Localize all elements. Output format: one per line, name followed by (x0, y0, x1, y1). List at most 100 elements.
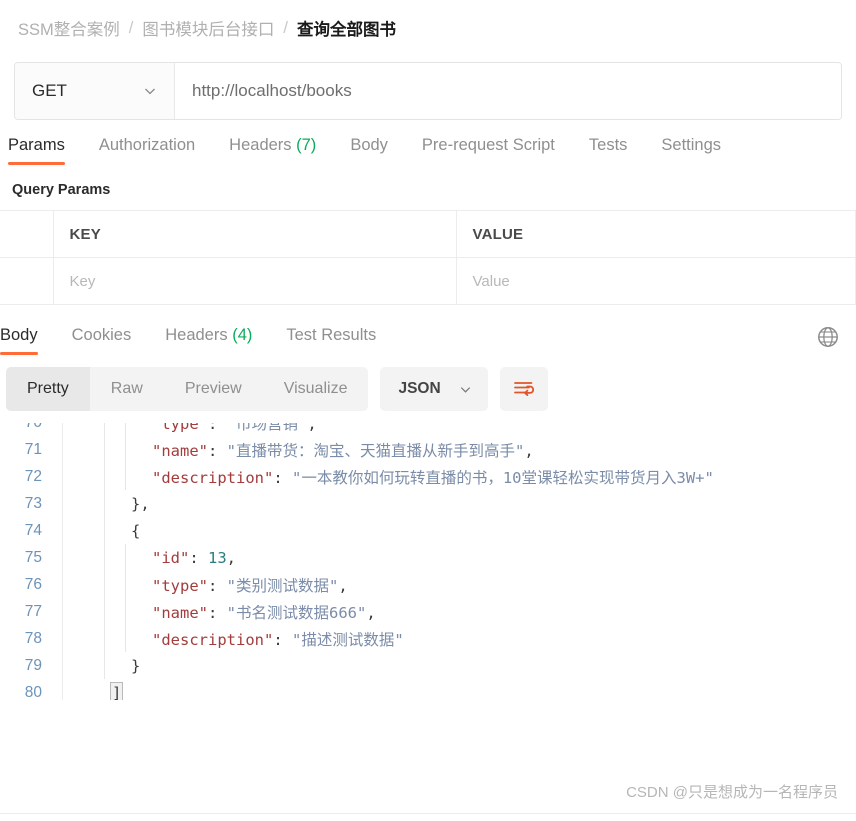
fold-gutter[interactable] (62, 436, 82, 463)
indent-guide (125, 571, 146, 598)
fold-gutter[interactable] (62, 652, 82, 679)
indent-guide (125, 423, 146, 436)
fold-gutter[interactable] (62, 571, 82, 598)
breadcrumb-item-collection[interactable]: SSM整合案例 (18, 16, 120, 40)
response-tab-headers[interactable]: Headers (4) (165, 326, 252, 355)
token-p: ] (110, 681, 124, 700)
indent-guide (104, 598, 125, 625)
token-p: }, (131, 494, 150, 513)
token-p: , (524, 441, 534, 460)
tab-tests[interactable]: Tests (589, 136, 628, 165)
query-params-table: KEY VALUE Key Value (0, 210, 856, 305)
tab-tests-label: Tests (588, 136, 628, 154)
gutter-spacer (82, 598, 104, 625)
line-number: 71 (24, 440, 42, 458)
tab-body[interactable]: Body (350, 136, 388, 165)
token-k: "type" (152, 423, 208, 433)
row-checkbox-cell[interactable] (0, 257, 54, 305)
code-text: "name": "书名测试数据666", (146, 601, 376, 623)
fold-gutter[interactable] (62, 679, 82, 700)
indent-guide (125, 463, 146, 490)
token-p: : (208, 441, 227, 460)
response-tab-test-results-label: Test Results (286, 326, 377, 344)
tab-pre-request-script[interactable]: Pre-request Script (422, 136, 555, 165)
token-p: { (131, 521, 141, 540)
gutter-spacer (82, 490, 104, 517)
gutter-spacer (82, 436, 104, 463)
http-method-select[interactable]: GET (15, 63, 175, 119)
tab-params-label: Params (8, 136, 65, 154)
code-text: }, (125, 495, 150, 513)
globe-icon[interactable] (816, 325, 840, 349)
fold-gutter[interactable] (62, 517, 82, 544)
fold-gutter[interactable] (62, 423, 82, 436)
indent-guide (104, 625, 125, 652)
token-p: : (273, 630, 292, 649)
tab-authorization-label: Authorization (98, 136, 196, 154)
fold-gutter[interactable] (62, 544, 82, 571)
token-p: : (273, 468, 292, 487)
token-k: "id" (152, 548, 190, 567)
response-body-viewer[interactable]: 70 "type": "市场营销", 71 "name": "直播带货：淘宝、天猫直播… (0, 423, 856, 700)
code-text: "type": "类别测试数据", (146, 574, 348, 596)
url-text: http://localhost/books (192, 81, 352, 100)
select-all-checkbox-cell[interactable] (0, 210, 54, 258)
code-line: 73}, (0, 490, 856, 517)
response-tab-headers-label: Headers (165, 326, 228, 344)
view-mode-raw[interactable]: Raw (90, 367, 164, 411)
view-mode-pretty[interactable]: Pretty (6, 367, 90, 411)
code-line: 80] (0, 679, 856, 700)
line-number: 73 (24, 494, 42, 512)
token-s: "一本教你如何玩转直播的书，10堂课轻松实现带货月入3W+" (292, 468, 714, 487)
tab-settings[interactable]: Settings (661, 136, 721, 165)
response-tab-cookies[interactable]: Cookies (72, 326, 132, 355)
chevron-down-icon (460, 386, 470, 393)
tab-settings-label: Settings (661, 136, 722, 154)
param-value-input[interactable]: Value (456, 257, 856, 305)
fold-gutter[interactable] (62, 598, 82, 625)
http-method-label: GET (32, 81, 67, 100)
code-text: { (125, 522, 140, 540)
fold-gutter[interactable] (62, 625, 82, 652)
token-k: "type" (152, 576, 208, 595)
token-p: : (189, 548, 208, 567)
token-k: "name" (152, 603, 208, 622)
response-tab-body-label: Body (0, 326, 38, 344)
column-header-key: KEY (53, 210, 457, 258)
token-s: "描述测试数据" (292, 630, 404, 649)
url-input[interactable]: http://localhost/books (175, 63, 841, 119)
indent-guide (125, 625, 146, 652)
fold-gutter[interactable] (62, 463, 82, 490)
code-line: 74 { (0, 517, 856, 544)
line-number: 76 (24, 575, 42, 593)
indent-guide (125, 436, 146, 463)
view-mode-preview[interactable]: Preview (164, 367, 263, 411)
response-format-label: JSON (398, 380, 441, 397)
breadcrumb-item-folder[interactable]: 图书模块后台接口 (142, 16, 274, 40)
watermark: CSDN @只是想成为一名程序员 (626, 784, 838, 801)
indent-guide (104, 571, 125, 598)
tab-authorization[interactable]: Authorization (99, 136, 195, 165)
request-url-bar: GET http://localhost/books (0, 56, 856, 120)
response-tab-test-results[interactable]: Test Results (286, 326, 376, 355)
response-format-select[interactable]: JSON (380, 367, 488, 411)
token-p: : (208, 423, 227, 433)
response-tab-cookies-label: Cookies (71, 326, 132, 344)
tab-headers[interactable]: Headers (7) (229, 136, 316, 165)
tab-body-label: Body (350, 136, 388, 154)
param-key-input[interactable]: Key (53, 257, 457, 305)
fold-gutter[interactable] (62, 490, 82, 517)
view-mode-visualize[interactable]: Visualize (263, 367, 369, 411)
wrap-text-button[interactable] (499, 367, 548, 411)
tab-params[interactable]: Params (8, 136, 65, 165)
indent-guide (125, 598, 146, 625)
breadcrumb-item-request[interactable]: 查询全部图书 (297, 16, 396, 40)
token-k: "name" (152, 441, 208, 460)
token-p: : (208, 603, 227, 622)
code-text: "description": "一本教你如何玩转直播的书，10堂课轻松实现带货月… (146, 466, 714, 488)
response-view-mode-group: Pretty Raw Preview Visualize (6, 367, 369, 411)
response-tab-body[interactable]: Body (0, 326, 38, 355)
token-k: "description" (152, 468, 274, 487)
breadcrumb-separator: / (283, 18, 288, 37)
gutter-spacer (82, 625, 104, 652)
